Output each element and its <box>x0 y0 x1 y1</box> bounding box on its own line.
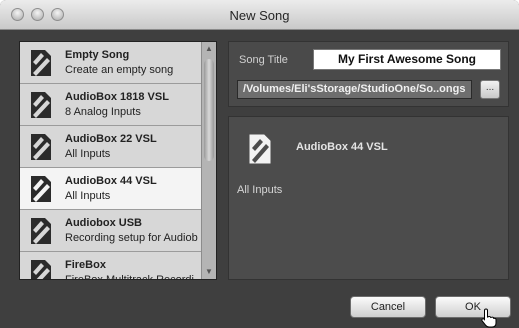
template-list-item[interactable]: AudioBox 44 VSL All Inputs <box>20 168 202 210</box>
template-name: AudioBox 44 VSL <box>65 175 157 187</box>
studio-one-template-icon <box>31 176 51 202</box>
template-list-items: Empty Song Create an empty song AudioBox 1… <box>20 42 202 280</box>
studio-one-template-icon <box>31 50 51 76</box>
studio-one-template-icon <box>31 260 51 279</box>
song-title-label: Song Title <box>239 54 288 66</box>
studio-one-template-icon <box>31 218 51 244</box>
template-name: Audiobox USB <box>65 217 142 229</box>
hand-pointer-icon <box>481 308 497 328</box>
template-name: AudioBox 1818 VSL <box>65 91 169 103</box>
title-bar: New Song <box>0 0 519 30</box>
template-list-item[interactable]: AudioBox 22 VSL All Inputs <box>20 126 202 168</box>
template-list-item[interactable]: FireBox FireBox Multitrack Recordi <box>20 252 202 280</box>
template-detail-panel: AudioBox 44 VSL All Inputs <box>228 116 509 280</box>
template-name: AudioBox 22 VSL <box>65 133 157 145</box>
template-description: Create an empty song <box>65 64 174 76</box>
template-list-item[interactable]: Empty Song Create an empty song <box>20 42 202 84</box>
window-title: New Song <box>229 8 290 23</box>
detail-template-description: All Inputs <box>237 184 283 196</box>
scroll-up-arrow-icon[interactable]: ▲ <box>202 42 216 56</box>
song-title-input[interactable]: My First Awesome Song <box>313 49 501 70</box>
template-list: Empty Song Create an empty song AudioBox 1… <box>19 41 217 280</box>
scroll-down-arrow-icon[interactable]: ▼ <box>202 265 216 279</box>
studio-one-template-icon <box>249 134 271 164</box>
song-path-field[interactable]: /Volumes/Eli'sStorage/StudioOne/So..ongs <box>237 80 472 99</box>
template-description: FireBox Multitrack Recordi <box>65 274 194 280</box>
template-description: Recording setup for Audiob <box>65 232 198 244</box>
song-settings-panel: Song Title My First Awesome Song /Volume… <box>228 41 509 107</box>
template-name: FireBox <box>65 259 106 271</box>
studio-one-template-icon <box>31 134 51 160</box>
cancel-button[interactable]: Cancel <box>350 296 426 318</box>
template-description: 8 Analog Inputs <box>65 106 141 118</box>
detail-template-name: AudioBox 44 VSL <box>296 141 388 153</box>
template-name: Empty Song <box>65 49 130 61</box>
scroll-thumb[interactable] <box>204 59 214 161</box>
template-description: All Inputs <box>65 190 111 202</box>
template-description: All Inputs <box>65 148 111 160</box>
ok-button[interactable]: OK <box>435 296 511 318</box>
browse-button[interactable]: ... <box>480 80 500 99</box>
template-list-item[interactable]: AudioBox 1818 VSL 8 Analog Inputs <box>20 84 202 126</box>
new-song-dialog: New Song Empty Song Create an empty song A… <box>0 0 519 328</box>
template-list-scrollbar[interactable]: ▲ ▼ <box>201 42 216 279</box>
studio-one-template-icon <box>31 92 51 118</box>
template-list-item[interactable]: Audiobox USB Recording setup for Audiob <box>20 210 202 252</box>
